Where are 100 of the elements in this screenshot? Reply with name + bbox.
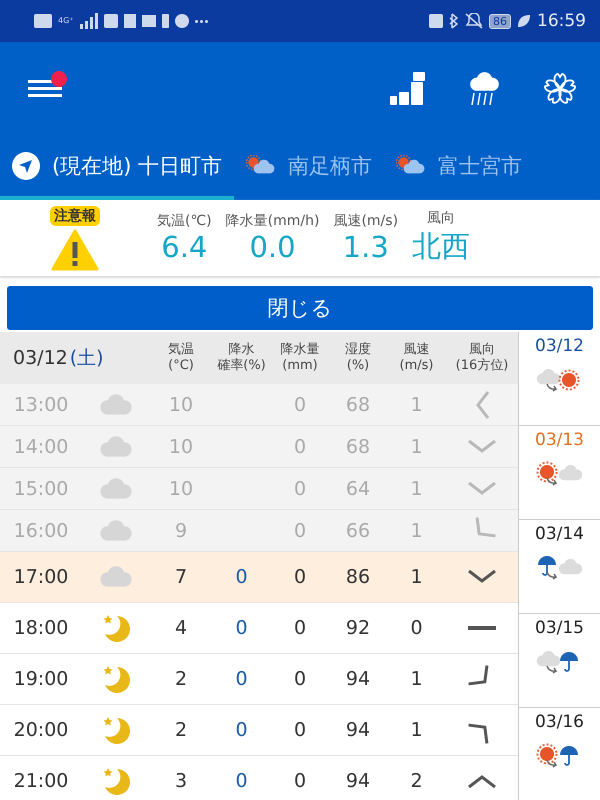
wind-speed-cell-text: 1	[409, 668, 424, 690]
metric-label: 降水量(mm/h)	[226, 212, 320, 230]
temperature-cell-text: 3	[174, 770, 188, 792]
temperature-cell-text: 7	[174, 566, 188, 588]
wind-speed-cell-text: 1	[409, 478, 424, 500]
battery-level: 86	[489, 14, 511, 28]
clock-time: 16:59	[537, 11, 586, 31]
wind-speed-cell-text: 2	[409, 770, 424, 792]
location-tab[interactable]: (現在地) 十日町市	[0, 135, 234, 200]
leaf-icon	[517, 14, 531, 28]
close-button[interactable]: 閉じる	[7, 286, 593, 330]
weekday-label: (土)	[70, 346, 104, 371]
precipitation-chance-cell: 0	[235, 668, 248, 690]
wind-speed-cell-text: 1	[409, 719, 424, 741]
time-cell-text: 18:00	[12, 617, 70, 639]
column-header: 気温	[168, 342, 194, 357]
day-date: 03/16	[535, 712, 584, 732]
cloud-icon	[98, 476, 134, 502]
column-header: (16方位)	[456, 358, 508, 373]
column-header: 湿度	[345, 342, 371, 357]
date-heading: 03/12	[13, 347, 68, 369]
precipitation-cell-text: 0	[292, 719, 308, 741]
precipitation-cell-text: 0	[292, 436, 308, 458]
cherry-blossom-icon[interactable]	[542, 70, 578, 106]
time-cell-text: 17:00	[12, 566, 70, 588]
precipitation-cell-text: 0	[292, 394, 308, 416]
day-card[interactable]: 03/16	[519, 708, 600, 800]
time-cell-text: 20:00	[12, 719, 70, 741]
humidity-cell-text: 94	[344, 719, 372, 741]
temperature-cell-text: 9	[174, 520, 188, 542]
day-date: 03/12	[535, 336, 584, 356]
humidity-cell-text: 68	[344, 436, 372, 458]
signal-icon	[80, 13, 98, 29]
time-cell-text: 13:00	[12, 394, 70, 416]
column-header: 確率(%)	[217, 358, 266, 373]
time-cell-text: 21:00	[12, 770, 70, 792]
column-header: (%)	[346, 358, 370, 373]
navigation-icon	[12, 152, 40, 180]
precipitation-chance-cell: 0	[235, 566, 248, 588]
location-tab[interactable]: 富士宮市	[384, 135, 534, 200]
time-cell-text: 16:00	[12, 520, 70, 542]
column-header: (mm)	[282, 358, 318, 373]
precipitation-cell-text: 0	[292, 478, 308, 500]
humidity-cell-text: 68	[344, 394, 372, 416]
humidity-cell-text: 64	[344, 478, 372, 500]
day-date: 03/15	[535, 618, 584, 638]
warning-icon	[51, 228, 99, 270]
column-header: 降水量	[280, 342, 320, 357]
precipitation-chance-cell: 0	[235, 617, 248, 639]
day-card[interactable]: 03/12	[519, 332, 600, 426]
bluetooth-icon	[449, 13, 459, 29]
humidity-cell-text: 92	[344, 617, 372, 639]
metric-value: 0.0	[249, 230, 296, 264]
day-card[interactable]: 03/13	[519, 426, 600, 520]
day-date: 03/13	[535, 430, 584, 450]
column-header: 風向	[469, 342, 495, 357]
network-type: 4G⁺	[58, 17, 74, 25]
metric-label: 気温(℃)	[157, 212, 212, 230]
wind-speed-cell-text: 1	[409, 394, 424, 416]
precipitation-cell-text: 0	[292, 617, 308, 639]
temperature-cell-text: 10	[168, 478, 194, 500]
temperature-cell-text: 2	[174, 719, 188, 741]
humidity-cell-text: 94	[344, 770, 372, 792]
precipitation-cell-text: 0	[292, 520, 308, 542]
wind-speed-cell-text: 0	[409, 617, 424, 639]
alert-badge: 注意報	[50, 206, 100, 226]
column-header: 降水	[228, 342, 254, 357]
precipitation-chance-cell: 0	[235, 770, 248, 792]
day-card[interactable]: 03/15	[519, 614, 600, 708]
mute-icon	[465, 13, 483, 29]
wind-speed-cell-text: 1	[409, 520, 424, 542]
metric-value: 1.3	[342, 230, 389, 264]
column-header: 風速	[404, 342, 430, 357]
metric-value: 北西	[412, 228, 470, 265]
time-cell-text: 14:00	[12, 436, 70, 458]
more-icon	[194, 20, 208, 22]
precipitation-cell-text: 0	[292, 668, 308, 690]
day-date: 03/14	[535, 524, 584, 544]
location-tab[interactable]: 南足柄市	[234, 135, 384, 200]
wind-speed-cell-text: 1	[409, 566, 424, 588]
column-header: (m/s)	[400, 358, 434, 373]
metric-label: 風向	[427, 209, 456, 227]
cloud-icon	[98, 518, 134, 544]
cloud-icon	[98, 434, 134, 460]
humidity-cell-text: 86	[344, 566, 372, 588]
metric-value: 6.4	[161, 230, 208, 264]
sun-cloud-icon	[396, 154, 426, 176]
temperature-cell-text: 10	[168, 394, 194, 416]
precipitation-chance-cell: 0	[235, 719, 248, 741]
cloud-icon	[98, 392, 134, 418]
temperature-cell-text: 10	[168, 436, 194, 458]
temperature-cell-text: 4	[174, 617, 188, 639]
humidity-cell-text: 66	[344, 520, 372, 542]
time-cell-text: 19:00	[12, 668, 70, 690]
metric-label: 風速(m/s)	[333, 212, 398, 230]
wind-speed-cell-text: 1	[409, 436, 424, 458]
temperature-cell-text: 2	[174, 668, 188, 690]
day-card[interactable]: 03/14	[519, 520, 600, 614]
precipitation-cell-text: 0	[292, 566, 308, 588]
column-header: (°C)	[168, 358, 194, 373]
